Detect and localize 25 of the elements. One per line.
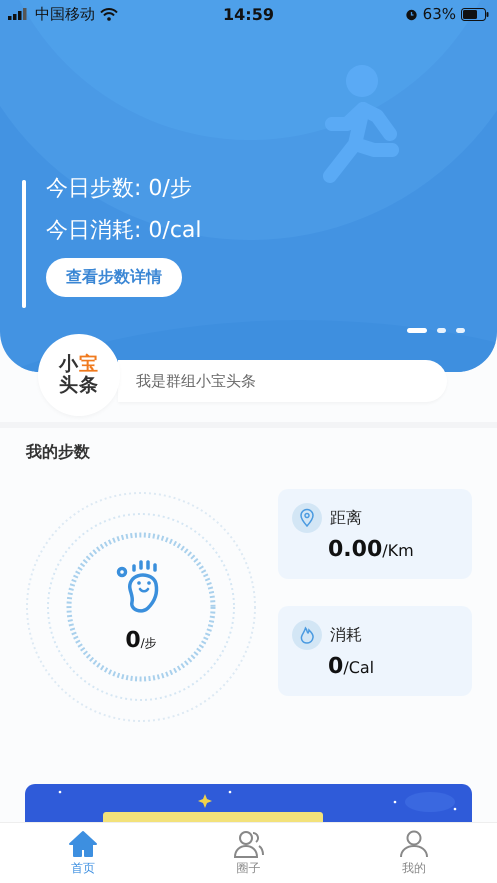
home-icon <box>68 830 98 858</box>
step-details-button[interactable]: 查看步数详情 <box>46 258 182 297</box>
stat-value: 0/Cal <box>328 654 376 679</box>
battery-percent: 63% <box>422 5 456 23</box>
news-headline[interactable]: 我是群组小宝头条 <box>118 360 447 402</box>
today-calories: 今日消耗: 0/cal <box>46 218 202 244</box>
stat-label: 距离 <box>330 508 362 528</box>
battery-icon <box>461 8 489 20</box>
tab-item[interactable]: 圈子 <box>166 823 332 883</box>
step-count: 0/步 <box>125 628 157 652</box>
tab-item[interactable]: 我的 <box>331 823 497 883</box>
location-pin-icon <box>292 503 322 533</box>
person-icon <box>399 830 430 858</box>
promo-banner[interactable] <box>25 784 472 822</box>
stat-value: 0.00/Km <box>328 537 415 562</box>
carrier-name: 中国移动 <box>35 4 95 24</box>
wifi-icon <box>100 8 118 20</box>
today-steps: 今日步数: 0/步 <box>46 176 192 202</box>
alarm-icon <box>404 8 418 20</box>
flame-icon <box>292 620 322 650</box>
status-time: 14:59 <box>223 4 274 24</box>
group-icon <box>234 830 264 858</box>
section-title: 我的步数 <box>26 442 91 463</box>
tab-item[interactable]: 首页 <box>0 823 166 883</box>
stat-label: 消耗 <box>330 624 362 646</box>
